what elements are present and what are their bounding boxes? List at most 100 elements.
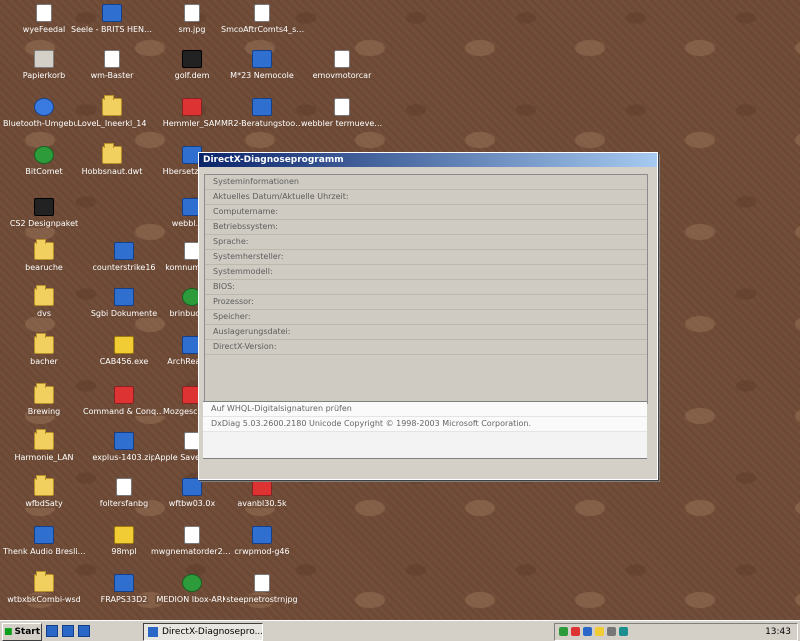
desktop-icon-label: Brewing (26, 407, 62, 416)
system-info-row: BIOS: (205, 280, 647, 295)
desktop-icon-label: wtbxbkCombi-wsd (6, 595, 82, 604)
desktop-icon-label: Hobbsnaut.dwt (80, 167, 144, 176)
desktop-icon[interactable]: Brewing (2, 383, 86, 424)
folder-icon (34, 475, 54, 496)
desktop-icon[interactable]: emovmotorcar (300, 48, 384, 88)
app-icon (252, 50, 272, 68)
start-button[interactable]: ■ Start (2, 623, 42, 641)
desktop-icon-label: Seele - BRITS HENHLAUTE (70, 25, 156, 34)
sync-icon[interactable] (619, 627, 628, 636)
desktop-icon-label: wyeFeedal (21, 25, 67, 34)
desktop-icon[interactable]: Thenk Audio Breslieb (2, 524, 88, 564)
desktop-icon[interactable]: bearuche (2, 239, 86, 280)
desktop-icon[interactable]: LoveL_Ineerkl_14 (70, 95, 154, 136)
desktop-icon-label: FRAPS33D2 (99, 595, 149, 604)
network-icon[interactable] (559, 627, 568, 636)
doc-icon (254, 574, 270, 592)
green-icon (182, 574, 202, 592)
desktop-icon-label: Hemmler_SAM (161, 119, 223, 128)
system-info-row: Systemhersteller: (205, 250, 647, 265)
window-title[interactable]: DirectX-Diagnoseprogramm (199, 153, 657, 167)
desktop-icon[interactable]: avanbl30.5k (220, 476, 304, 516)
system-info-row: Systeminformationen (205, 175, 647, 190)
system-info-row: Speicher: (205, 310, 647, 325)
desktop-icon-label: M*23 Nemocole (229, 71, 295, 80)
desktop-icon-label: avanbl30.5k (236, 499, 288, 508)
security-icon[interactable] (571, 627, 580, 636)
bottom-info-row: DxDiag 5.03.2600.2180 Unicode Copyright … (203, 417, 647, 432)
desktop-icon[interactable]: bacher (2, 333, 86, 374)
desktop-icon[interactable]: wfbdSaty (2, 475, 86, 516)
desktop-icon[interactable]: webbler termuevenrgen.pps (300, 96, 386, 136)
app-icon (114, 288, 134, 306)
desktop-icon-label: explus-1403.zip (91, 453, 157, 462)
desktop-icon[interactable]: M*23 Nemocole (220, 48, 304, 88)
folder-icon (34, 333, 54, 354)
desktop-icon[interactable]: SmcoAftrComts4_setup.zip (220, 2, 306, 42)
system-info-row: Prozessor: (205, 295, 647, 310)
folder-icon (34, 383, 54, 404)
desktop-icon[interactable]: steepnetrostrnjpg (220, 572, 304, 612)
desktop-icon-label: sm.jpg (177, 25, 207, 34)
desktop-icon[interactable]: dvs (2, 285, 86, 326)
folder-icon (34, 239, 54, 260)
desktop-icon-label: counterstrike16 (91, 263, 157, 272)
bluetooth-icon[interactable] (583, 627, 592, 636)
desktop-icon-label: CS2 Designpaket (8, 219, 80, 228)
doc-icon (334, 50, 350, 68)
desktop-icon[interactable]: Harmonie_LAN (2, 429, 86, 470)
device-icon[interactable] (607, 627, 616, 636)
folder-icon (34, 429, 54, 450)
doc-icon (184, 526, 200, 544)
app-icon (114, 574, 134, 592)
system-info-row: Auslagerungsdatei: (205, 325, 647, 340)
desktop-icon[interactable]: CS2 Designpaket (2, 196, 86, 236)
browser-icon[interactable] (46, 625, 58, 637)
red-icon (114, 386, 134, 404)
bottom-info-row: Auf WHQL-Digitalsignaturen prüfen (203, 402, 647, 417)
taskbar-window-button[interactable]: DirectX-Diagnosepro... (143, 623, 263, 641)
folder-icon (102, 143, 122, 164)
app-icon (114, 432, 134, 450)
desktop-icon-label: emovmotorcar (311, 71, 373, 80)
app-icon (102, 4, 122, 22)
desktop-icon[interactable]: wm-Baster (70, 48, 154, 88)
desktop-icon-label: bearuche (24, 263, 64, 272)
desktop-icon-label: steepnetrostrnjpg (225, 595, 299, 604)
volume-icon[interactable] (595, 627, 604, 636)
desktop-icon-label: BitComet (24, 167, 64, 176)
desktop-icon[interactable]: MR2-Beratungstool.exe (220, 96, 306, 136)
desktop-icon-label: foltersfanbg (98, 499, 150, 508)
yellow-icon (114, 526, 134, 544)
desktop-icon[interactable]: Seele - BRITS HENHLAUTE (70, 2, 156, 42)
system-tray: 13:43 (554, 623, 798, 641)
desktop-icon[interactable]: crwpmod-g46 (220, 524, 304, 564)
app-icon (34, 526, 54, 544)
dark-icon (34, 198, 54, 216)
desktop-icon[interactable]: Hobbsnaut.dwt (70, 143, 154, 184)
desktop-icon-label: Harmonie_LAN (13, 453, 75, 462)
desktop-icon-label: dvs (36, 309, 52, 318)
tray-icons (559, 627, 628, 636)
light-icon (34, 50, 54, 68)
media-icon[interactable] (78, 625, 90, 637)
system-info-row: Sprache: (205, 235, 647, 250)
desktop-icon-label: LoveL_Ineerkl_14 (76, 119, 148, 128)
directx-diagnostic-window[interactable]: DirectX-Diagnoseprogramm Systeminformati… (198, 152, 658, 480)
desktop-icon-label: crwpmod-g46 (233, 547, 291, 556)
quick-launch (46, 625, 90, 637)
desktop-icon-label: bacher (29, 357, 59, 366)
system-info-row: Betriebssystem: (205, 220, 647, 235)
red-icon (252, 478, 272, 496)
taskbar: ■ Start DirectX-Diagnosepro... 13:43 (0, 620, 800, 641)
app-icon (182, 478, 202, 496)
desktop-icon-label: wftbw03.0x (167, 499, 217, 508)
red-icon (182, 98, 202, 116)
app-icon (252, 526, 272, 544)
doc-icon (116, 478, 132, 496)
desktop-icon-label: 98mpl (110, 547, 138, 556)
desktop-icon[interactable]: wtbxbkCombi-wsd (2, 571, 86, 612)
doc-icon (254, 4, 270, 22)
bottom-info-area: Auf WHQL-Digitalsignaturen prüfen DxDiag … (203, 401, 647, 459)
desktop-icon[interactable] (62, 625, 74, 637)
